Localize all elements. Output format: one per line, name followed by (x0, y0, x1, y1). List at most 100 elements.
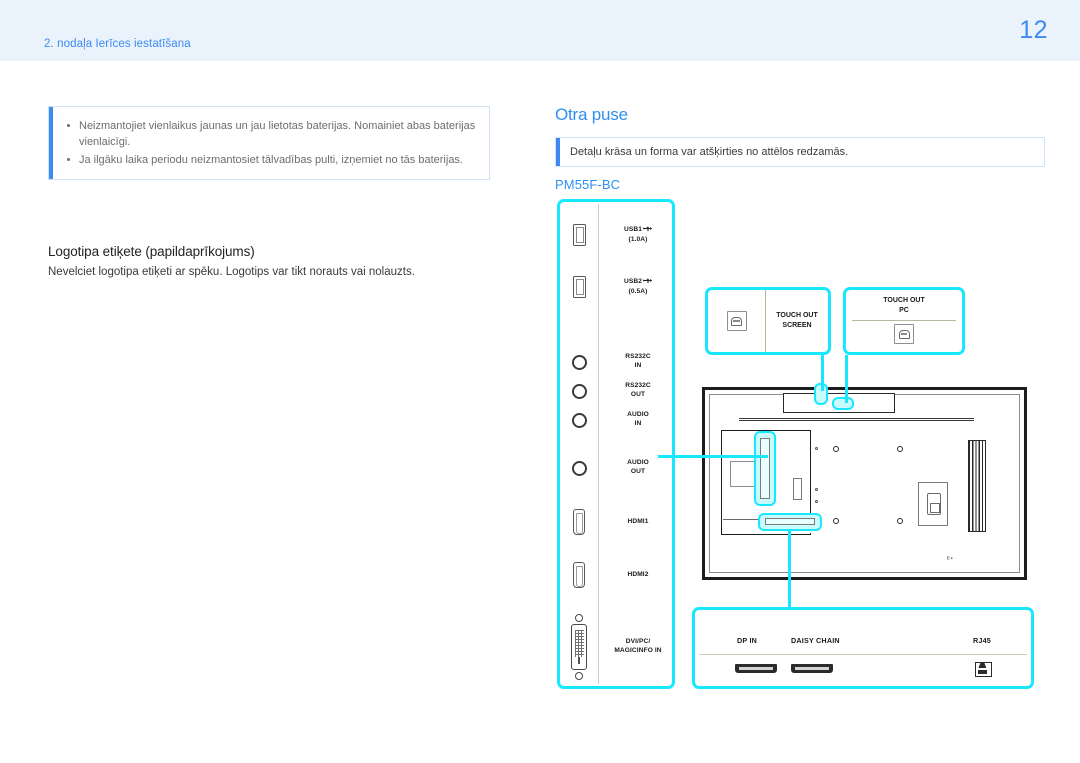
monitor-vesa-screw (833, 446, 839, 452)
callout-label: TOUCH OUT SCREEN (766, 311, 828, 330)
port-label: HDMI1 (598, 518, 678, 527)
monitor-vesa-screw (897, 518, 903, 524)
hdmi-port-icon (560, 562, 598, 588)
usb-a-port-icon (560, 276, 598, 298)
port-label: USB1 (1.0A) (598, 225, 678, 244)
highlight-side-port-cluster (754, 431, 776, 506)
logo-label-body: Nevelciet logotipa etiķeti ar spēku. Log… (48, 266, 415, 278)
connector-line-touch-screen (821, 355, 824, 391)
callout-bottom-labels: DP IN DAISY CHAIN RJ45 (695, 636, 1031, 648)
port-label-line2: IN (634, 420, 642, 427)
round-jack-icon (560, 354, 598, 370)
battery-warning-note: Neizmantojiet vienlaikus jaunas un jau l… (48, 106, 490, 180)
port-label: HDMI2 (598, 571, 678, 580)
port-row-audio-out: AUDIO OUT (560, 456, 678, 480)
dvi-screw-top (575, 614, 583, 622)
page-number: 12 (1019, 16, 1048, 44)
dvi-pin-grid (575, 630, 584, 657)
port-label-line2: (0.5A) (628, 288, 648, 295)
callout-divider (852, 320, 956, 321)
port-label-line1: USB2 (624, 278, 642, 286)
highlight-bottom-port-core (765, 518, 815, 525)
right-column: Otra puse Detaļu krāsa un forma var atšķ… (540, 61, 1080, 763)
port-label-line1: USB1 (624, 226, 642, 234)
port-row-dvi: DVI/PC/ MAGICINFO IN (560, 612, 678, 682)
callout-divider (699, 654, 1027, 655)
power-socket-icon (927, 493, 941, 515)
usb-b-port-icon (708, 290, 766, 352)
displayport-icon (791, 664, 833, 673)
usb-trident-icon (643, 225, 652, 236)
dvi-port-icon (560, 614, 598, 680)
connector-line-bottom-ports (788, 529, 791, 609)
highlight-touch-out-pc-port (832, 397, 854, 410)
port-label-line2: OUT (630, 391, 646, 398)
port-strip-panel: USB1 (1.0A) USB2 (0.5A) RS232C IN RS232C… (557, 199, 675, 689)
port-label-line1: HDMI2 (627, 570, 649, 578)
round-jack-icon (560, 460, 598, 476)
round-jack-icon (560, 383, 598, 399)
list-item: Neizmantojiet vienlaikus jaunas un jau l… (65, 118, 479, 150)
label-daisy-chain: DAISY CHAIN (791, 636, 840, 645)
hdmi-port-icon (560, 509, 598, 535)
monitor-mini-marking: ⌷▸ (946, 556, 954, 562)
port-label-line2: (1.0A) (628, 236, 648, 243)
monitor-marking-dot (815, 488, 818, 491)
monitor-power-socket (918, 482, 948, 526)
callout-bottom-icons (695, 662, 1031, 686)
port-label-line1: RS232C (625, 353, 651, 361)
usb-a-port-icon (560, 224, 598, 246)
dvi-body (571, 624, 587, 670)
port-label-line1: AUDIO (627, 411, 649, 419)
monitor-marking-dot (815, 500, 818, 503)
port-label: DVI/PC/ MAGICINFO IN (598, 638, 678, 655)
monitor-marking-dot (815, 447, 818, 450)
dvi-blade (578, 657, 580, 664)
port-row-rs232c-in: RS232C IN (560, 350, 678, 374)
port-row-hdmi1: HDMI1 (560, 507, 678, 537)
callout-label-line1: TOUCH OUT (776, 312, 818, 320)
rj45-icon (975, 662, 992, 677)
port-label-line1: RS232C (625, 382, 651, 390)
monitor-vesa-screw (897, 446, 903, 452)
dvi-screw-bottom (575, 672, 583, 680)
port-label: RS232C OUT (598, 382, 678, 399)
usb-trident-icon (643, 277, 652, 288)
port-row-usb2: USB2 (0.5A) (560, 270, 678, 304)
port-row-usb1: USB1 (1.0A) (560, 218, 678, 252)
callout-bottom-ports: DP IN DAISY CHAIN RJ45 (692, 607, 1034, 689)
callout-touch-out-pc: TOUCH OUT PC (843, 287, 965, 355)
port-label-line1: DVI/PC/ (625, 638, 651, 646)
page-header-band (0, 0, 1080, 61)
connector-line-touch-pc (845, 355, 848, 403)
port-row-hdmi2: HDMI2 (560, 560, 678, 590)
connector-line-port-strip (658, 455, 768, 458)
callout-touch-out-screen: TOUCH OUT SCREEN (705, 287, 831, 355)
port-label: AUDIO IN (598, 411, 678, 428)
monitor-rear-illustration: ••• ••• ⌷▸ (702, 387, 1027, 580)
port-label-line1: AUDIO (627, 459, 649, 467)
callout-label-line2: SCREEN (782, 322, 812, 329)
monitor-narrow-slot (793, 478, 802, 500)
monitor-top-seam (739, 418, 974, 421)
port-label-line2: MAGICINFO IN (614, 647, 662, 654)
port-label-line2: IN (634, 362, 642, 369)
port-label: USB2 (0.5A) (598, 277, 678, 296)
usb-b-port-icon (846, 324, 962, 344)
label-dp-in: DP IN (737, 636, 758, 645)
port-label-line2: OUT (630, 468, 646, 475)
rear-panel-diagram: USB1 (1.0A) USB2 (0.5A) RS232C IN RS232C… (540, 61, 1080, 763)
list-item: Ja ilgāku laika periodu neizmantosiet tā… (65, 152, 479, 168)
callout-label-line2: PC (899, 306, 909, 314)
port-label: AUDIO OUT (598, 459, 678, 476)
battery-warning-list: Neizmantojiet vienlaikus jaunas un jau l… (65, 118, 479, 168)
displayport-icon (735, 664, 777, 673)
logo-label-heading: Logotipa etiķete (papildaprīkojums) (48, 244, 255, 259)
breadcrumb: 2. nodaļa Ierīces iestatīšana (44, 38, 191, 50)
left-column: Neizmantojiet vienlaikus jaunas un jau l… (0, 61, 540, 763)
port-label-line1: HDMI1 (627, 517, 649, 525)
port-label: RS232C IN (598, 353, 678, 370)
port-row-audio-in: AUDIO IN (560, 408, 678, 432)
port-row-rs232c-out: RS232C OUT (560, 379, 678, 403)
round-jack-icon (560, 412, 598, 428)
